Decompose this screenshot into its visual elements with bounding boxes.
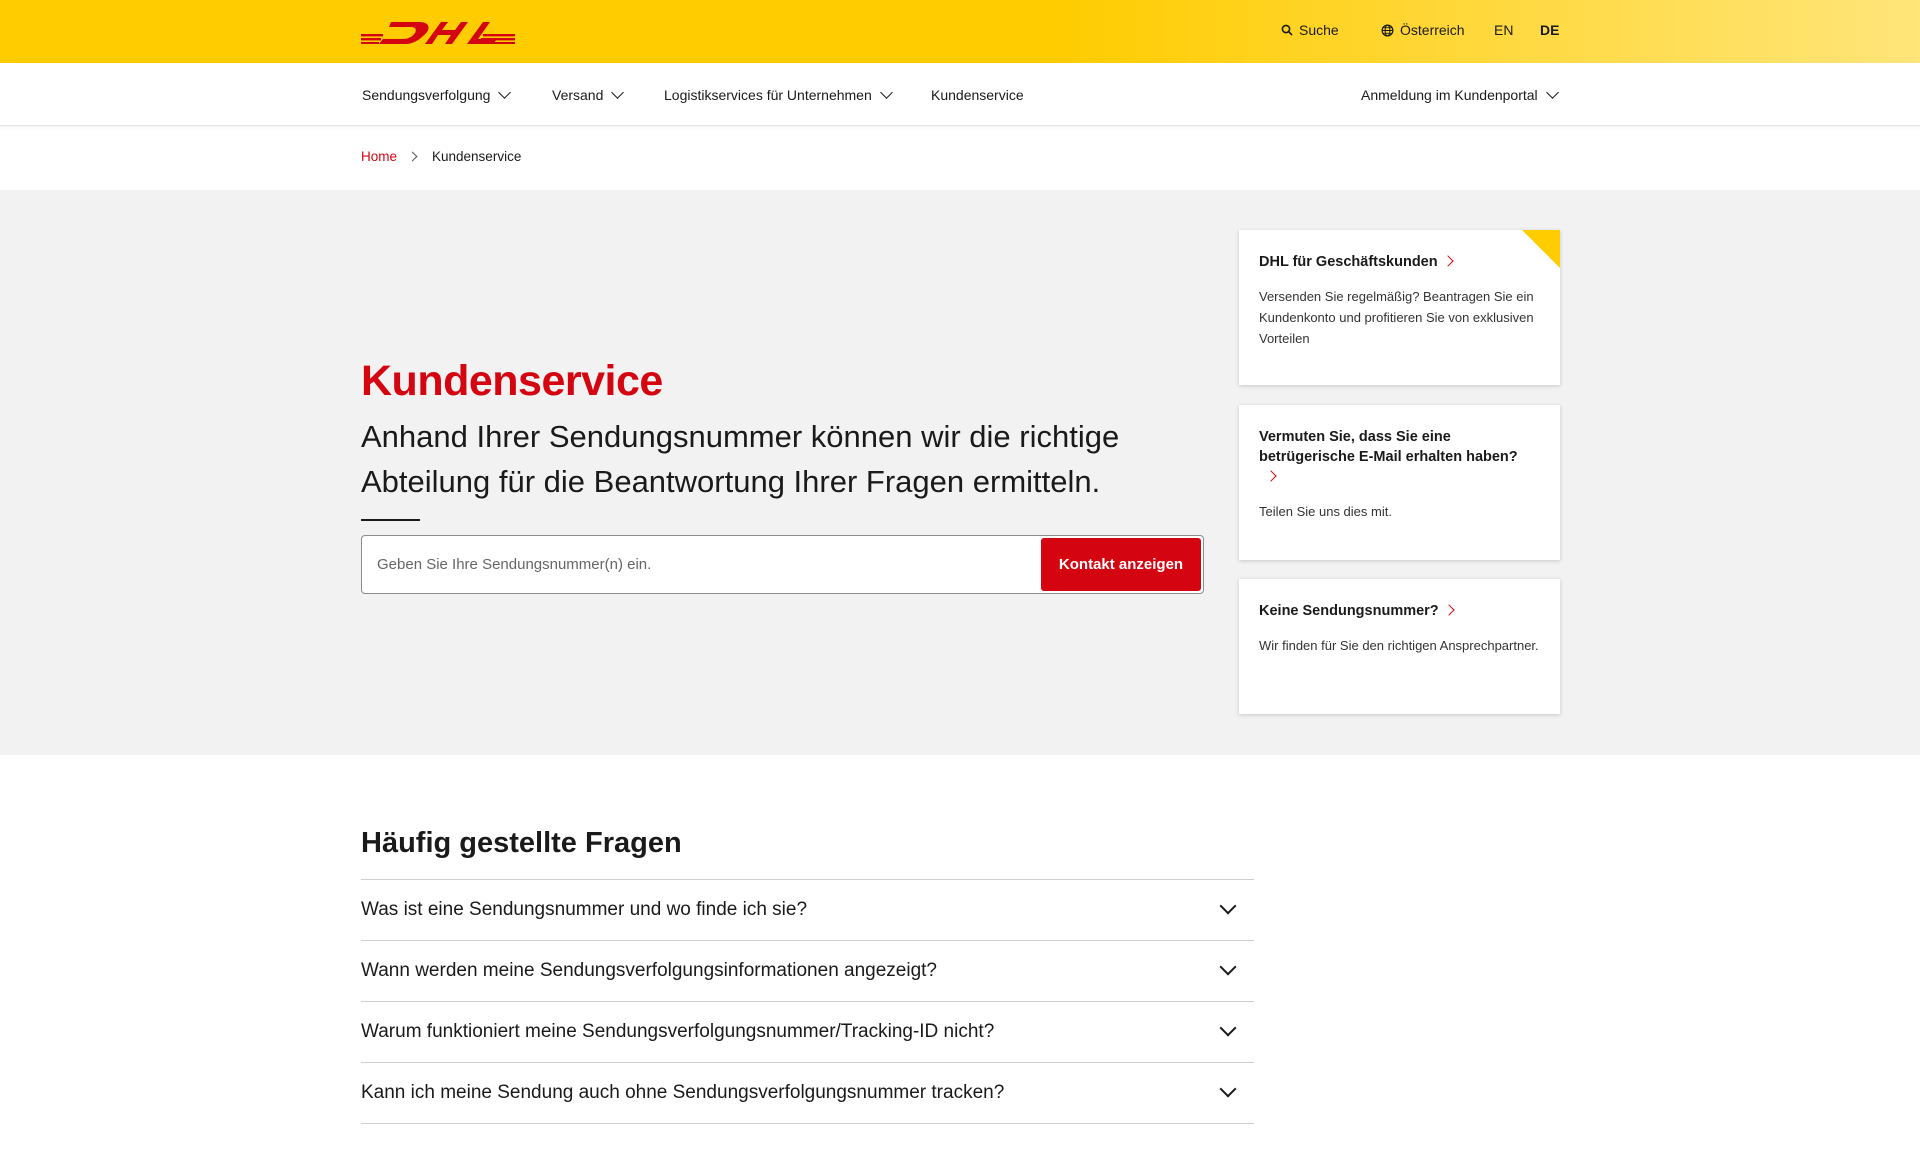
search-icon bbox=[1281, 24, 1293, 36]
faq-question: Was ist eine Sendungsnummer und wo finde… bbox=[361, 899, 808, 920]
card-title: Vermuten Sie, dass Sie eine betrügerisch… bbox=[1259, 427, 1540, 487]
dhl-logo[interactable] bbox=[361, 20, 515, 44]
card-text: Teilen Sie uns dies mit. bbox=[1259, 504, 1392, 519]
fraud-email-card[interactable]: Vermuten Sie, dass Sie eine betrügerisch… bbox=[1239, 405, 1560, 560]
chevron-right-icon bbox=[1443, 604, 1455, 616]
faq-item[interactable]: Was ist eine Sendungsnummer und wo finde… bbox=[361, 880, 1254, 941]
nav-kundenservice[interactable]: Kundenservice bbox=[931, 87, 1024, 103]
login-label: Anmeldung im Kundenportal bbox=[1361, 87, 1538, 103]
nav-label: Logistikservices für Unternehmen bbox=[664, 87, 872, 103]
chevron-down-icon bbox=[1219, 897, 1237, 915]
nav-logistikservices[interactable]: Logistikservices für Unternehmen bbox=[664, 86, 893, 103]
chevron-down-icon bbox=[611, 86, 625, 99]
nav-label: Sendungsverfolgung bbox=[362, 87, 491, 103]
nav-versand[interactable]: Versand bbox=[552, 86, 625, 103]
customer-portal-login[interactable]: Anmeldung im Kundenportal bbox=[1361, 86, 1559, 103]
card-title: Keine Sendungsnummer? bbox=[1259, 601, 1540, 621]
globe-icon bbox=[1381, 24, 1394, 36]
faq-item[interactable]: Warum funktioniert meine Sendungsverfolg… bbox=[361, 1002, 1254, 1063]
breadcrumb-current: Kundenservice bbox=[432, 149, 522, 164]
chevron-right-icon bbox=[1265, 470, 1277, 482]
card-title: DHL für Geschäftskunden bbox=[1259, 252, 1540, 272]
chevron-down-icon bbox=[1545, 86, 1559, 99]
faq-question: Warum funktioniert meine Sendungsverfolg… bbox=[361, 1021, 995, 1042]
country-label: Österreich bbox=[1400, 22, 1465, 38]
nav-label: Kundenservice bbox=[931, 87, 1024, 103]
chevron-right-icon bbox=[407, 151, 418, 162]
top-utility-bar: Suche Österreich EN DE bbox=[0, 0, 1920, 63]
chevron-down-icon bbox=[1219, 1019, 1237, 1037]
breadcrumb-home-link[interactable]: Home bbox=[361, 149, 397, 164]
chevron-down-icon bbox=[879, 86, 893, 99]
no-tracking-number-card[interactable]: Keine Sendungsnummer? Wir finden für Sie… bbox=[1239, 579, 1560, 714]
chevron-down-icon bbox=[1219, 958, 1237, 976]
nav-label: Versand bbox=[552, 87, 604, 103]
faq-title: Häufig gestellte Fragen bbox=[361, 827, 682, 859]
faq-item[interactable]: Wann werden meine Sendungsverfolgungsinf… bbox=[361, 941, 1254, 1002]
search-link[interactable]: Suche bbox=[1281, 22, 1339, 38]
faq-list: Was ist eine Sendungsnummer und wo finde… bbox=[361, 879, 1254, 1124]
tracking-number-input[interactable] bbox=[363, 537, 1043, 592]
breadcrumb: Home Kundenservice bbox=[361, 149, 521, 164]
faq-question: Wann werden meine Sendungsverfolgungsinf… bbox=[361, 960, 938, 981]
business-customers-card[interactable]: DHL für Geschäftskunden Versenden Sie re… bbox=[1239, 230, 1560, 385]
main-navigation: Sendungsverfolgung Versand Logistikservi… bbox=[0, 63, 1920, 126]
language-de[interactable]: DE bbox=[1540, 22, 1559, 38]
card-text: Wir finden für Sie den richtigen Ansprec… bbox=[1259, 638, 1539, 653]
language-en[interactable]: EN bbox=[1494, 22, 1513, 38]
card-text: Versenden Sie regelmäßig? Beantragen Sie… bbox=[1259, 289, 1534, 346]
country-selector[interactable]: Österreich bbox=[1381, 22, 1465, 38]
show-contact-button[interactable]: Kontakt anzeigen bbox=[1041, 538, 1201, 591]
nav-sendungsverfolgung[interactable]: Sendungsverfolgung bbox=[362, 86, 512, 103]
chevron-right-icon bbox=[1441, 255, 1454, 267]
hero-subtitle: Anhand Ihrer Sendungsnummer können wir d… bbox=[361, 419, 1120, 499]
faq-question: Kann ich meine Sendung auch ohne Sendung… bbox=[361, 1082, 1005, 1103]
card-corner-accent bbox=[1522, 230, 1560, 268]
chevron-down-icon bbox=[1219, 1080, 1237, 1098]
chevron-down-icon bbox=[498, 86, 512, 99]
search-label: Suche bbox=[1299, 22, 1339, 38]
divider bbox=[361, 519, 420, 521]
page-title: Kundenservice bbox=[361, 357, 663, 405]
tracking-form: Kontakt anzeigen bbox=[361, 535, 1204, 594]
faq-item[interactable]: Kann ich meine Sendung auch ohne Sendung… bbox=[361, 1063, 1254, 1124]
